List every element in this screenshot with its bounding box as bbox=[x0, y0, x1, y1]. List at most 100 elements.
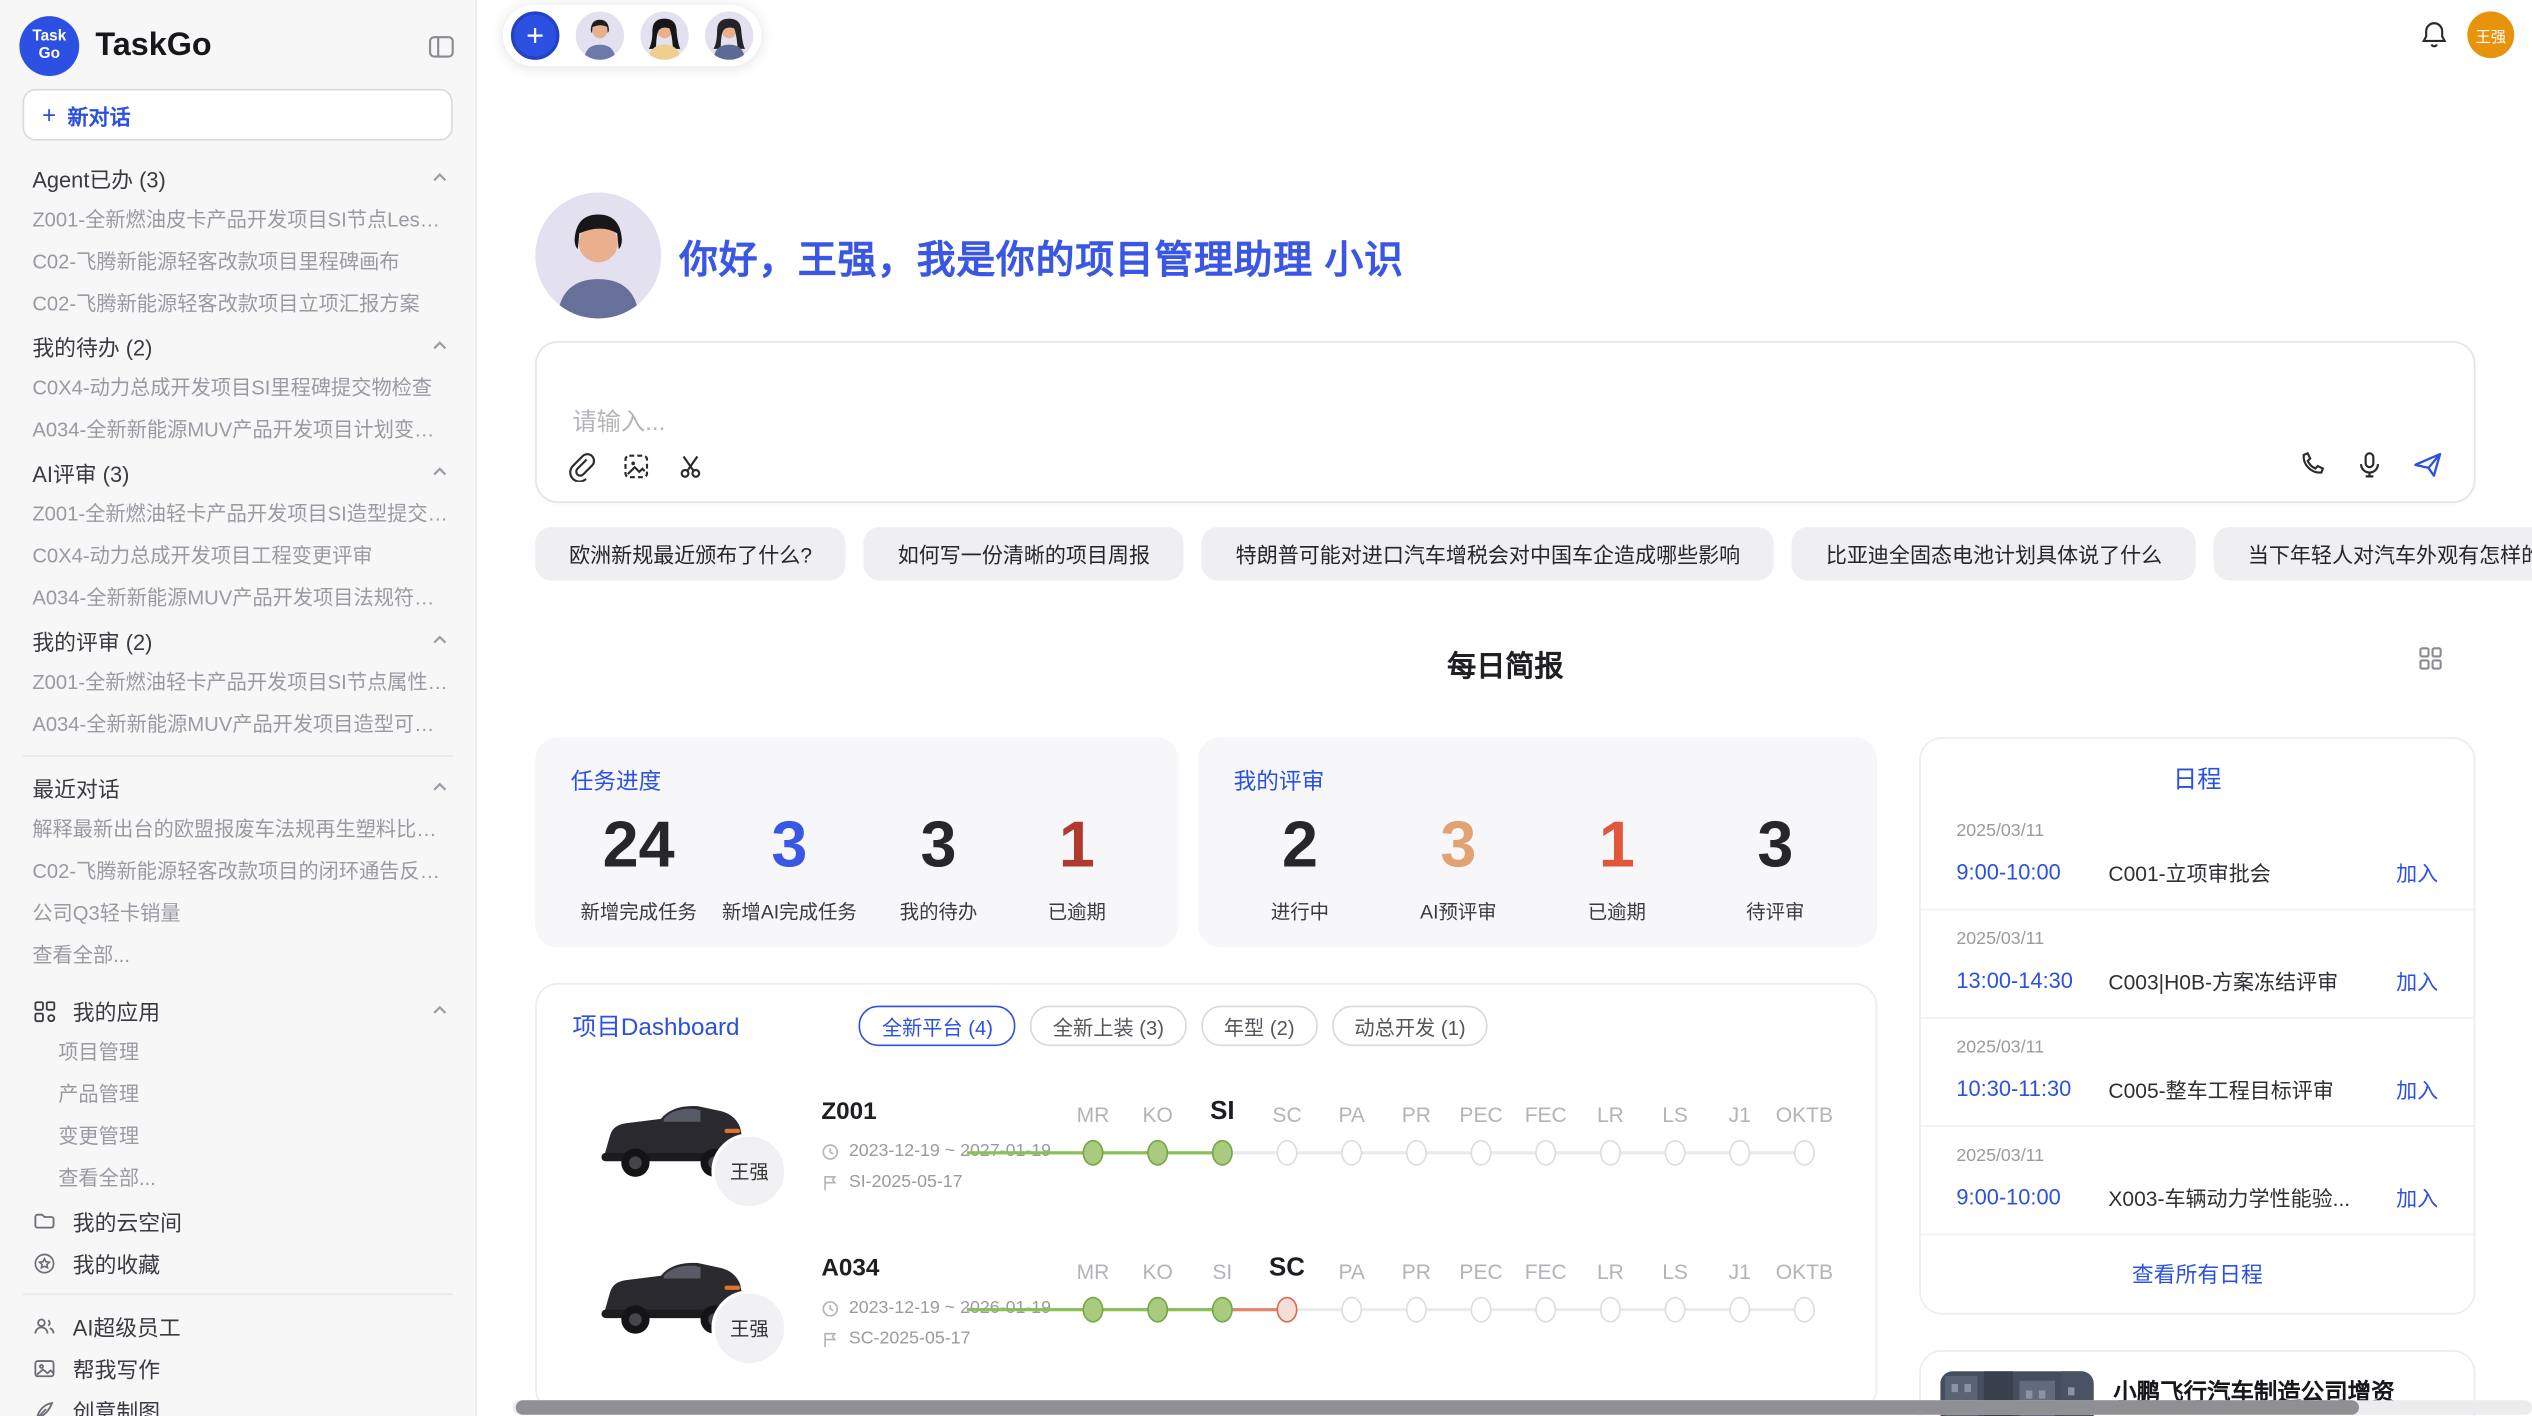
sidebar-item[interactable]: Z001-全新燃油轻卡产品开发项目SI造型提交物评审 bbox=[0, 493, 475, 535]
logo-text-1: Task bbox=[32, 29, 66, 46]
add-member-button[interactable]: + bbox=[511, 11, 560, 60]
avatar[interactable] bbox=[705, 11, 754, 60]
sidebar-item[interactable]: 查看全部... bbox=[0, 1158, 475, 1200]
project-row[interactable]: 王强Z0012023-12-19 ~ 2027-01-19SI-2025-05-… bbox=[537, 1082, 1876, 1239]
suggestion-chip[interactable]: 比亚迪全固态电池计划具体说了什么 bbox=[1792, 527, 2196, 580]
horizontal-scrollbar bbox=[513, 1400, 2532, 1415]
event-title: C003|H0B-方案冻结评审 bbox=[2108, 965, 2396, 996]
logo-text-2: Go bbox=[39, 46, 60, 63]
dashboard-tab[interactable]: 动总开发 (1) bbox=[1332, 1006, 1488, 1046]
layout-grid-icon[interactable] bbox=[2417, 645, 2443, 671]
event-time: 10:30-11:30 bbox=[1956, 1077, 2108, 1101]
avatar[interactable] bbox=[640, 11, 689, 60]
image-icon[interactable] bbox=[621, 451, 652, 482]
suggestion-chip[interactable]: 特朗普可能对进口汽车增税会对中国车企造成哪些影响 bbox=[1202, 527, 1774, 580]
milestone-dot bbox=[1729, 1140, 1750, 1166]
project-row[interactable]: 王强A0342023-12-19 ~ 2026-01-19SC-2025-05-… bbox=[537, 1239, 1876, 1396]
schedule-event: 2025/03/1110:30-11:30C005-整车工程目标评审加入 bbox=[1921, 1019, 2474, 1127]
sidebar-section-header[interactable]: 最近对话 bbox=[0, 766, 475, 808]
milestone-label: SC bbox=[1272, 1103, 1301, 1127]
chevron-up-icon bbox=[430, 462, 449, 481]
dashboard-tab[interactable]: 年型 (2) bbox=[1201, 1006, 1317, 1046]
sidebar-item[interactable]: C0X4-动力总成开发项目工程变更评审 bbox=[0, 535, 475, 577]
panel-toggle-icon[interactable] bbox=[427, 32, 456, 61]
avatar[interactable] bbox=[576, 11, 625, 60]
suggestion-chip[interactable]: 欧洲新规最近颁布了什么? bbox=[535, 527, 846, 580]
stat-value: 3 bbox=[1757, 807, 1793, 885]
phone-icon[interactable] bbox=[2298, 449, 2329, 480]
sidebar-item[interactable]: C0X4-动力总成开发项目SI里程碑提交物检查 bbox=[0, 367, 475, 409]
sidebar-section-header[interactable]: 我的评审 (2) bbox=[0, 619, 475, 661]
horizontal-scrollbar-thumb[interactable] bbox=[516, 1400, 2359, 1415]
milestone-dot bbox=[1277, 1297, 1298, 1323]
stat-label: AI预评审 bbox=[1420, 897, 1497, 924]
assistant-avatar bbox=[535, 192, 661, 318]
sidebar-tools: AI超级员工帮我写作创意制图 bbox=[0, 1305, 475, 1416]
milestone-label: OKTB bbox=[1776, 1103, 1833, 1127]
sidebar-item-label: 我的收藏 bbox=[73, 1247, 160, 1279]
new-chat-button[interactable]: + 新对话 bbox=[23, 89, 453, 141]
join-link[interactable]: 加入 bbox=[2396, 1074, 2438, 1105]
stat-value: 3 bbox=[771, 807, 807, 885]
milestone-dot bbox=[1147, 1140, 1168, 1166]
sidebar-item-pen[interactable]: 创意制图 bbox=[0, 1389, 475, 1416]
sidebar-section-header[interactable]: Agent已办 (3) bbox=[0, 157, 475, 199]
chevron-up-icon bbox=[430, 336, 449, 355]
join-link[interactable]: 加入 bbox=[2396, 965, 2438, 996]
milestone-dot bbox=[1535, 1140, 1556, 1166]
suggestion-chip[interactable]: 如何写一份清晰的项目周报 bbox=[864, 527, 1184, 580]
sidebar-item[interactable]: C02-飞腾新能源轻客改款项目的闭环通告反馈情况 bbox=[0, 850, 475, 892]
sidebar-item-users[interactable]: AI超级员工 bbox=[0, 1305, 475, 1347]
sidebar-item[interactable]: A034-全新新能源MUV产品开发项目法规符合性评审 bbox=[0, 577, 475, 619]
dashboard-tab[interactable]: 全新上装 (3) bbox=[1030, 1006, 1186, 1046]
sidebar-item[interactable]: 公司Q3轻卡销量 bbox=[0, 893, 475, 935]
send-icon[interactable] bbox=[2411, 448, 2445, 482]
content: 你好，王强，我是你的项目管理助理 小识 bbox=[535, 0, 2475, 1416]
scissors-icon[interactable] bbox=[676, 451, 707, 482]
plus-icon: + bbox=[42, 101, 56, 128]
stat-value: 1 bbox=[1599, 807, 1635, 885]
sidebar: Task Go TaskGo + 新对话 Agent已办 (3)Z001-全新燃… bbox=[0, 0, 477, 1416]
users-icon bbox=[32, 1314, 56, 1338]
suggestion-chip[interactable]: 当下年轻人对汽车外观有怎样的喜好趋势 bbox=[2214, 527, 2532, 580]
section-title: AI评审 (3) bbox=[32, 456, 129, 488]
sidebar-item[interactable]: 项目管理 bbox=[0, 1032, 475, 1074]
paperclip-icon[interactable] bbox=[566, 451, 597, 482]
sidebar-item[interactable]: Z001-全新燃油轻卡产品开发项目SI节点属性5D文件评审 bbox=[0, 661, 475, 703]
sidebar-item[interactable]: C02-飞腾新能源轻客改款项目立项汇报方案 bbox=[0, 283, 475, 325]
dashboard-title: 项目Dashboard bbox=[572, 1009, 739, 1043]
sidebar-item[interactable]: 产品管理 bbox=[0, 1074, 475, 1116]
schedule-title: 日程 bbox=[1921, 739, 2474, 802]
sidebar-item[interactable]: 解释最新出台的欧盟报废车法规再生塑料比例被调至15%... bbox=[0, 808, 475, 850]
mic-icon[interactable] bbox=[2354, 449, 2385, 480]
milestone-label: SI bbox=[1210, 1098, 1234, 1127]
dashboard-tab[interactable]: 全新平台 (4) bbox=[859, 1006, 1015, 1046]
grid-icon bbox=[32, 998, 56, 1022]
sidebar-item[interactable]: 变更管理 bbox=[0, 1116, 475, 1158]
milestone-label: SC bbox=[1269, 1255, 1305, 1284]
sidebar-item[interactable]: A034-全新新能源MUV产品开发项目造型可行性评审 bbox=[0, 703, 475, 745]
photo-icon bbox=[32, 1356, 56, 1380]
greeting: 你好，王强，我是你的项目管理助理 小识 bbox=[535, 192, 2475, 318]
sidebar-item-my-apps[interactable]: 我的应用 bbox=[0, 990, 475, 1032]
join-link[interactable]: 加入 bbox=[2396, 857, 2438, 888]
sidebar-section-header[interactable]: 我的待办 (2) bbox=[0, 325, 475, 367]
sidebar-item-photo[interactable]: 帮我写作 bbox=[0, 1347, 475, 1389]
sidebar-section-header[interactable]: AI评审 (3) bbox=[0, 451, 475, 493]
sidebar-item[interactable]: C02-飞腾新能源轻客改款项目里程碑画布 bbox=[0, 241, 475, 283]
milestone-label: PA bbox=[1338, 1260, 1365, 1284]
join-link[interactable]: 加入 bbox=[2396, 1182, 2438, 1213]
screen: Task Go TaskGo + 新对话 Agent已办 (3)Z001-全新燃… bbox=[0, 0, 2532, 1416]
sidebar-item-star-badge[interactable]: 我的收藏 bbox=[0, 1242, 475, 1284]
chevron-up-icon bbox=[430, 1001, 449, 1020]
sidebar-item[interactable]: 查看全部... bbox=[0, 935, 475, 977]
chat-input[interactable] bbox=[569, 401, 2031, 456]
milestone-dot bbox=[1341, 1140, 1362, 1166]
chevron-up-icon bbox=[430, 168, 449, 187]
new-chat-label: 新对话 bbox=[68, 99, 131, 130]
sidebar-apps: 我的应用项目管理产品管理变更管理查看全部... bbox=[0, 990, 475, 1200]
sidebar-item[interactable]: Z001-全新燃油皮卡产品开发项目SI节点Lesson Learn报告 bbox=[0, 199, 475, 241]
sidebar-item[interactable]: A034-全新新能源MUV产品开发项目计划变更表编写 bbox=[0, 409, 475, 451]
sidebar-item-folder[interactable]: 我的云空间 bbox=[0, 1200, 475, 1242]
view-all-schedule-link[interactable]: 查看所有日程 bbox=[1921, 1235, 2474, 1313]
